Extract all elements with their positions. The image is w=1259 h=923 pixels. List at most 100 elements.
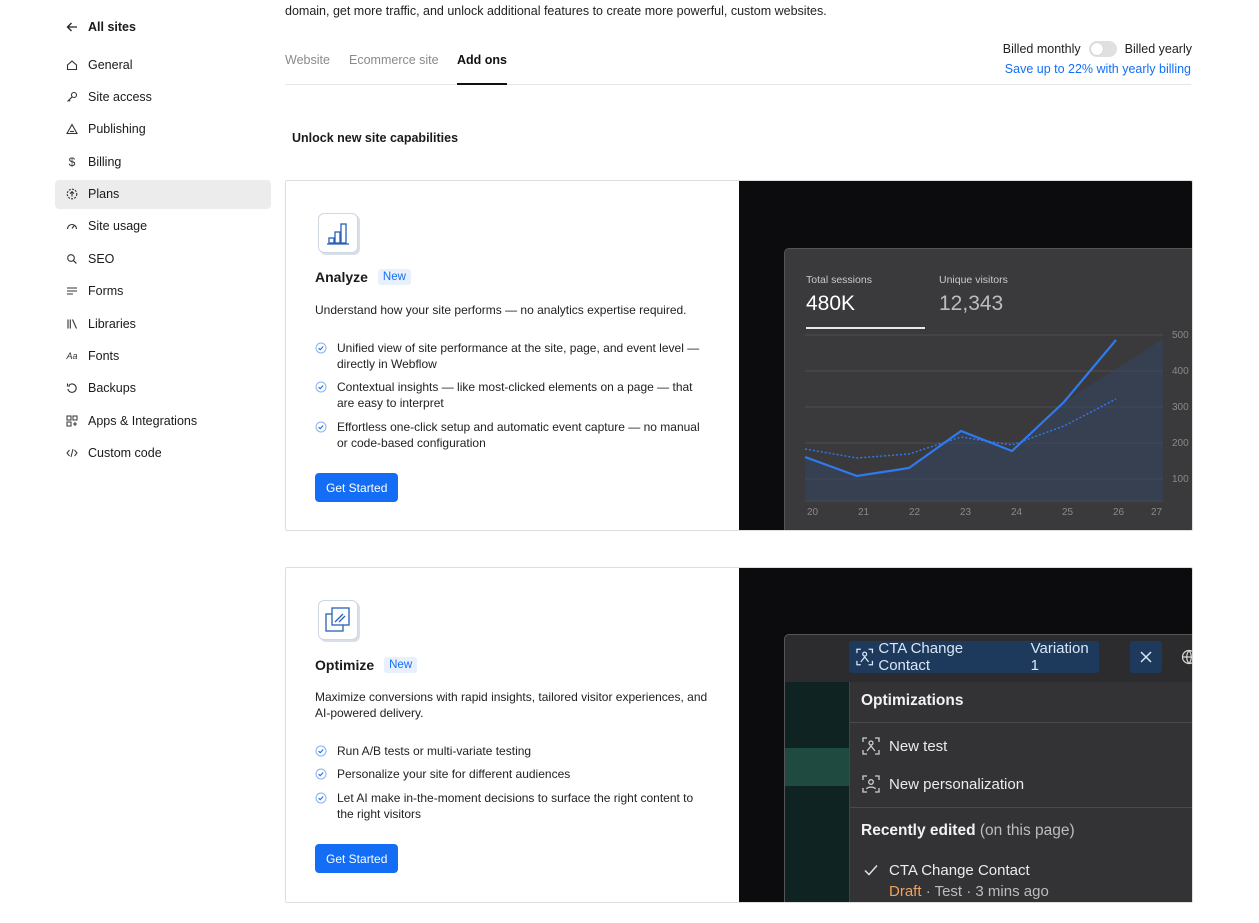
new-badge: New [377,269,411,285]
new-test-label: New test [889,737,948,755]
home-icon [66,59,78,71]
check-circle-icon [315,342,327,354]
sidebar-item-publishing[interactable]: Publishing [55,115,271,144]
key-icon [66,91,78,103]
all-sites-back-link[interactable]: All sites [66,17,136,37]
chip-variation: Variation 1 [1030,640,1089,674]
recent-meta-text: · Test · 3 mins ago [925,883,1049,900]
sidebar-nav: General Site access Publishing $ Billing… [55,50,271,471]
new-personalization-label: New personalization [889,775,1025,793]
y-tick: 400 [1172,366,1189,377]
y-tick: 300 [1172,402,1189,413]
x-tick: 25 [1062,507,1074,518]
page-canvas-strip [785,682,849,902]
analyze-card: Analyze New Understand how your site per… [285,180,1193,531]
sidebar-item-label: Libraries [88,316,136,331]
sidebar-item-label: Site access [88,89,152,104]
optimization-chip[interactable]: CTA Change Contact Variation 1 [849,640,1099,674]
sidebar-item-label: SEO [88,251,115,266]
feature-text: Let AI make in-the-moment decisions to s… [337,791,694,821]
analytics-preview-panel: Total sessions 480K Unique visitors 12,3… [784,248,1192,530]
arrow-left-icon [66,22,77,32]
libraries-icon [66,318,78,330]
close-icon [1140,651,1152,663]
sidebar-item-label: Forms [88,284,124,299]
sidebar-item-label: Custom code [88,446,162,461]
billed-monthly-label: Billed monthly [1002,42,1081,56]
publish-icon [66,123,78,135]
check-circle-icon [315,381,327,393]
plans-icon [66,188,78,200]
x-tick: 26 [1113,507,1125,518]
y-tick: 200 [1172,438,1189,449]
sidebar-item-label: Fonts [88,349,120,364]
close-chip-button[interactable] [1130,641,1162,673]
recent-item[interactable]: CTA Change Contact [861,860,1030,880]
check-circle-icon [315,768,327,780]
optimize-get-started-button[interactable]: Get Started [315,844,399,873]
sidebar-item-forms[interactable]: Forms [55,277,271,306]
x-tick: 22 [909,507,921,518]
tab-website[interactable]: Website [285,53,330,84]
ab-test-icon [862,737,880,755]
sidebar-item-plans[interactable]: Plans [55,179,271,209]
sidebar-item-label: Billing [88,154,122,169]
new-badge: New [384,657,418,673]
sessions-line-chart: 500 400 300 200 100 20 21 22 23 24 25 26… [804,330,1189,518]
x-tick: 23 [960,507,972,518]
y-tick: 500 [1172,330,1189,341]
feature-item: Effortless one-click setup and automatic… [315,419,707,451]
tab-ecommerce-site[interactable]: Ecommerce site [349,53,439,84]
sidebar-item-billing[interactable]: $ Billing [55,147,271,176]
checkmark-icon [864,865,878,876]
x-tick: 21 [858,507,870,518]
backup-icon [66,382,78,394]
sidebar-item-custom-code[interactable]: Custom code [55,439,271,468]
feature-item: Let AI make in-the-moment decisions to s… [315,790,707,822]
optimize-logo-icon [318,600,358,640]
yearly-savings-link[interactable]: Save up to 22% with yearly billing [1005,62,1191,76]
globe-icon[interactable] [1181,649,1192,665]
feature-item: Personalize your site for different audi… [315,766,707,782]
person-icon [862,775,880,793]
sidebar-item-fonts[interactable]: Aa Fonts [55,342,271,371]
sidebar-item-site-usage[interactable]: Site usage [55,212,271,241]
y-tick: 100 [1172,474,1189,485]
sidebar-item-label: General [88,57,133,72]
optimize-preview-panel: CTA Change Contact Variation 1 Optimizat… [784,634,1192,902]
sidebar-item-seo[interactable]: SEO [55,244,271,273]
analyze-get-started-button[interactable]: Get Started [315,473,399,502]
sidebar-item-general[interactable]: General [55,50,271,79]
check-circle-icon [315,745,327,757]
code-icon [66,447,78,459]
tab-add-ons[interactable]: Add ons [457,53,507,85]
sidebar-item-apps-integrations[interactable]: Apps & Integrations [55,406,271,435]
sidebar-item-site-access[interactable]: Site access [55,82,271,111]
sidebar-item-label: Publishing [88,122,146,137]
feature-text: Run A/B tests or multi-variate testing [337,744,532,758]
check-circle-icon [315,792,327,804]
billing-period-toggle[interactable] [1088,41,1117,57]
feature-item: Contextual insights — like most-clicked … [315,379,707,411]
analyze-preview-image: Total sessions 480K Unique visitors 12,3… [739,181,1192,530]
recent-item-label: CTA Change Contact [889,861,1030,879]
analyze-logo-icon [318,213,358,253]
sidebar-item-libraries[interactable]: Libraries [55,309,271,338]
feature-text: Personalize your site for different audi… [337,767,571,781]
draft-status: Draft [889,883,922,900]
sidebar-item-backups[interactable]: Backups [55,374,271,403]
fonts-icon: Aa [66,351,78,362]
new-personalization-item[interactable]: New personalization [861,774,1024,794]
gauge-icon [66,220,78,232]
menu-title: Optimizations [861,692,964,709]
sidebar-item-label: Plans [88,187,120,202]
optimize-title-row: Optimize New [315,657,418,673]
sidebar-item-label: Backups [88,381,136,396]
section-title: Unlock new site capabilities [292,131,459,145]
new-test-item[interactable]: New test [861,736,947,756]
card-description: Maximize conversions with rapid insights… [315,690,708,720]
feature-text: Contextual insights — like most-clicked … [337,380,693,410]
optimize-card: Optimize New Maximize conversions with r… [285,567,1193,903]
recent-item-meta: Draft · Test · 3 mins ago [889,883,1049,900]
x-tick: 27 [1151,507,1163,518]
